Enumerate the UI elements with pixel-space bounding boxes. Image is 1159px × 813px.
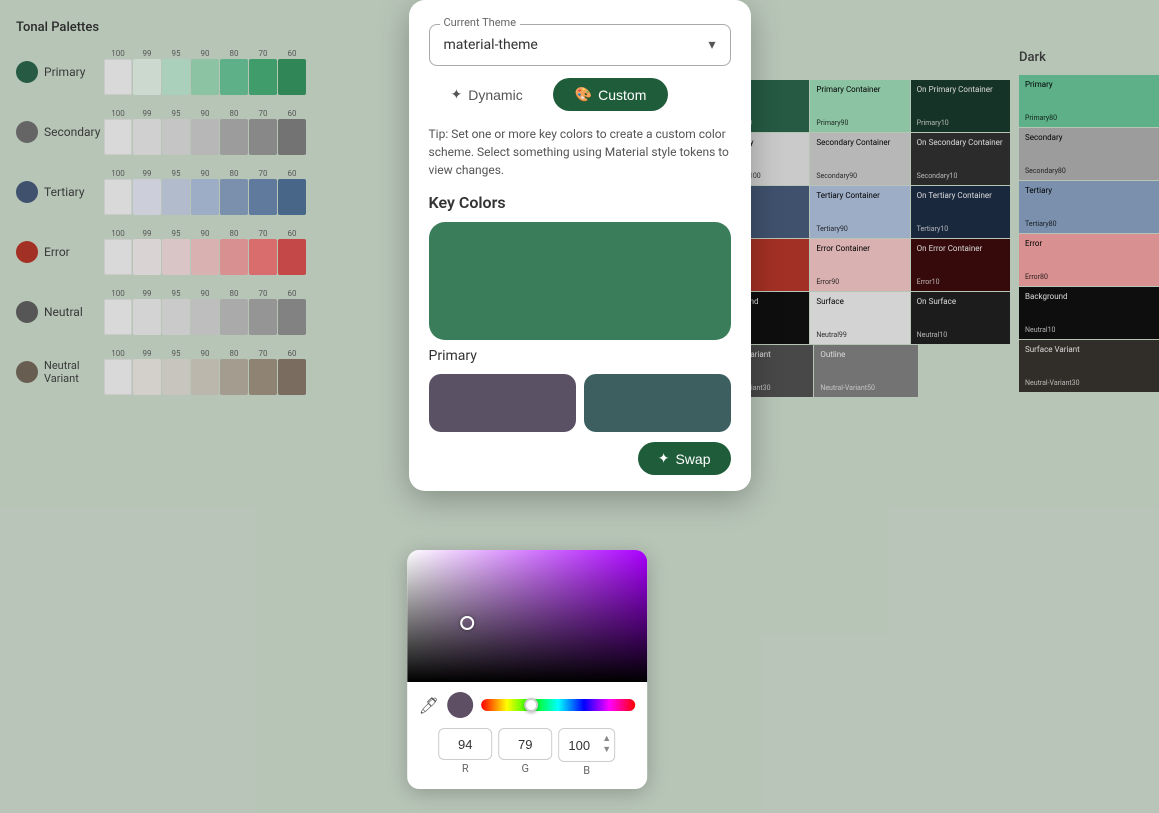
eyedropper-icon[interactable]: 🖊 [419,696,439,715]
theme-selector-label: Current Theme [440,16,521,29]
g-input-group: G [498,728,552,777]
theme-selector-value: material-theme [444,37,538,53]
secondary-color-box-2[interactable] [584,374,731,432]
dropdown-chevron-icon: ▾ [708,37,715,53]
color-gradient-area[interactable] [407,550,647,682]
modal-dialog: Current Theme material-theme ▾ ✦ Dynamic… [409,0,751,491]
key-colors-heading: Key Colors [429,193,731,212]
color-picker-popup: 🖊 R G ▲▼ B [407,550,647,789]
swap-icon: ✦ [658,450,670,467]
secondary-color-box-1[interactable] [429,374,576,432]
primary-color-preview[interactable] [429,222,731,340]
hue-slider[interactable] [481,699,635,711]
b-input-group: ▲▼ B [558,728,615,777]
theme-selector[interactable]: Current Theme material-theme ▾ [429,24,731,66]
b-input[interactable] [559,729,599,761]
swap-button[interactable]: ✦ Swap [638,442,731,475]
tip-text: Tip: Set one or more key colors to creat… [429,125,731,179]
r-input-group: R [438,728,492,777]
current-color-swatch [447,692,473,718]
g-label: G [521,762,529,775]
r-label: R [462,762,469,775]
b-label: B [583,764,590,777]
custom-tab[interactable]: 🎨 Custom [553,78,669,111]
g-input[interactable] [498,728,552,760]
color-picker-cursor [460,616,474,630]
spinner-arrows[interactable]: ▲▼ [599,734,614,756]
r-input[interactable] [438,728,492,760]
hue-thumb [524,698,538,712]
palette-icon: 🎨 [575,86,592,103]
dynamic-tab[interactable]: ✦ Dynamic [429,78,545,111]
primary-color-label: Primary [429,348,731,364]
dynamic-icon: ✦ [451,86,463,103]
